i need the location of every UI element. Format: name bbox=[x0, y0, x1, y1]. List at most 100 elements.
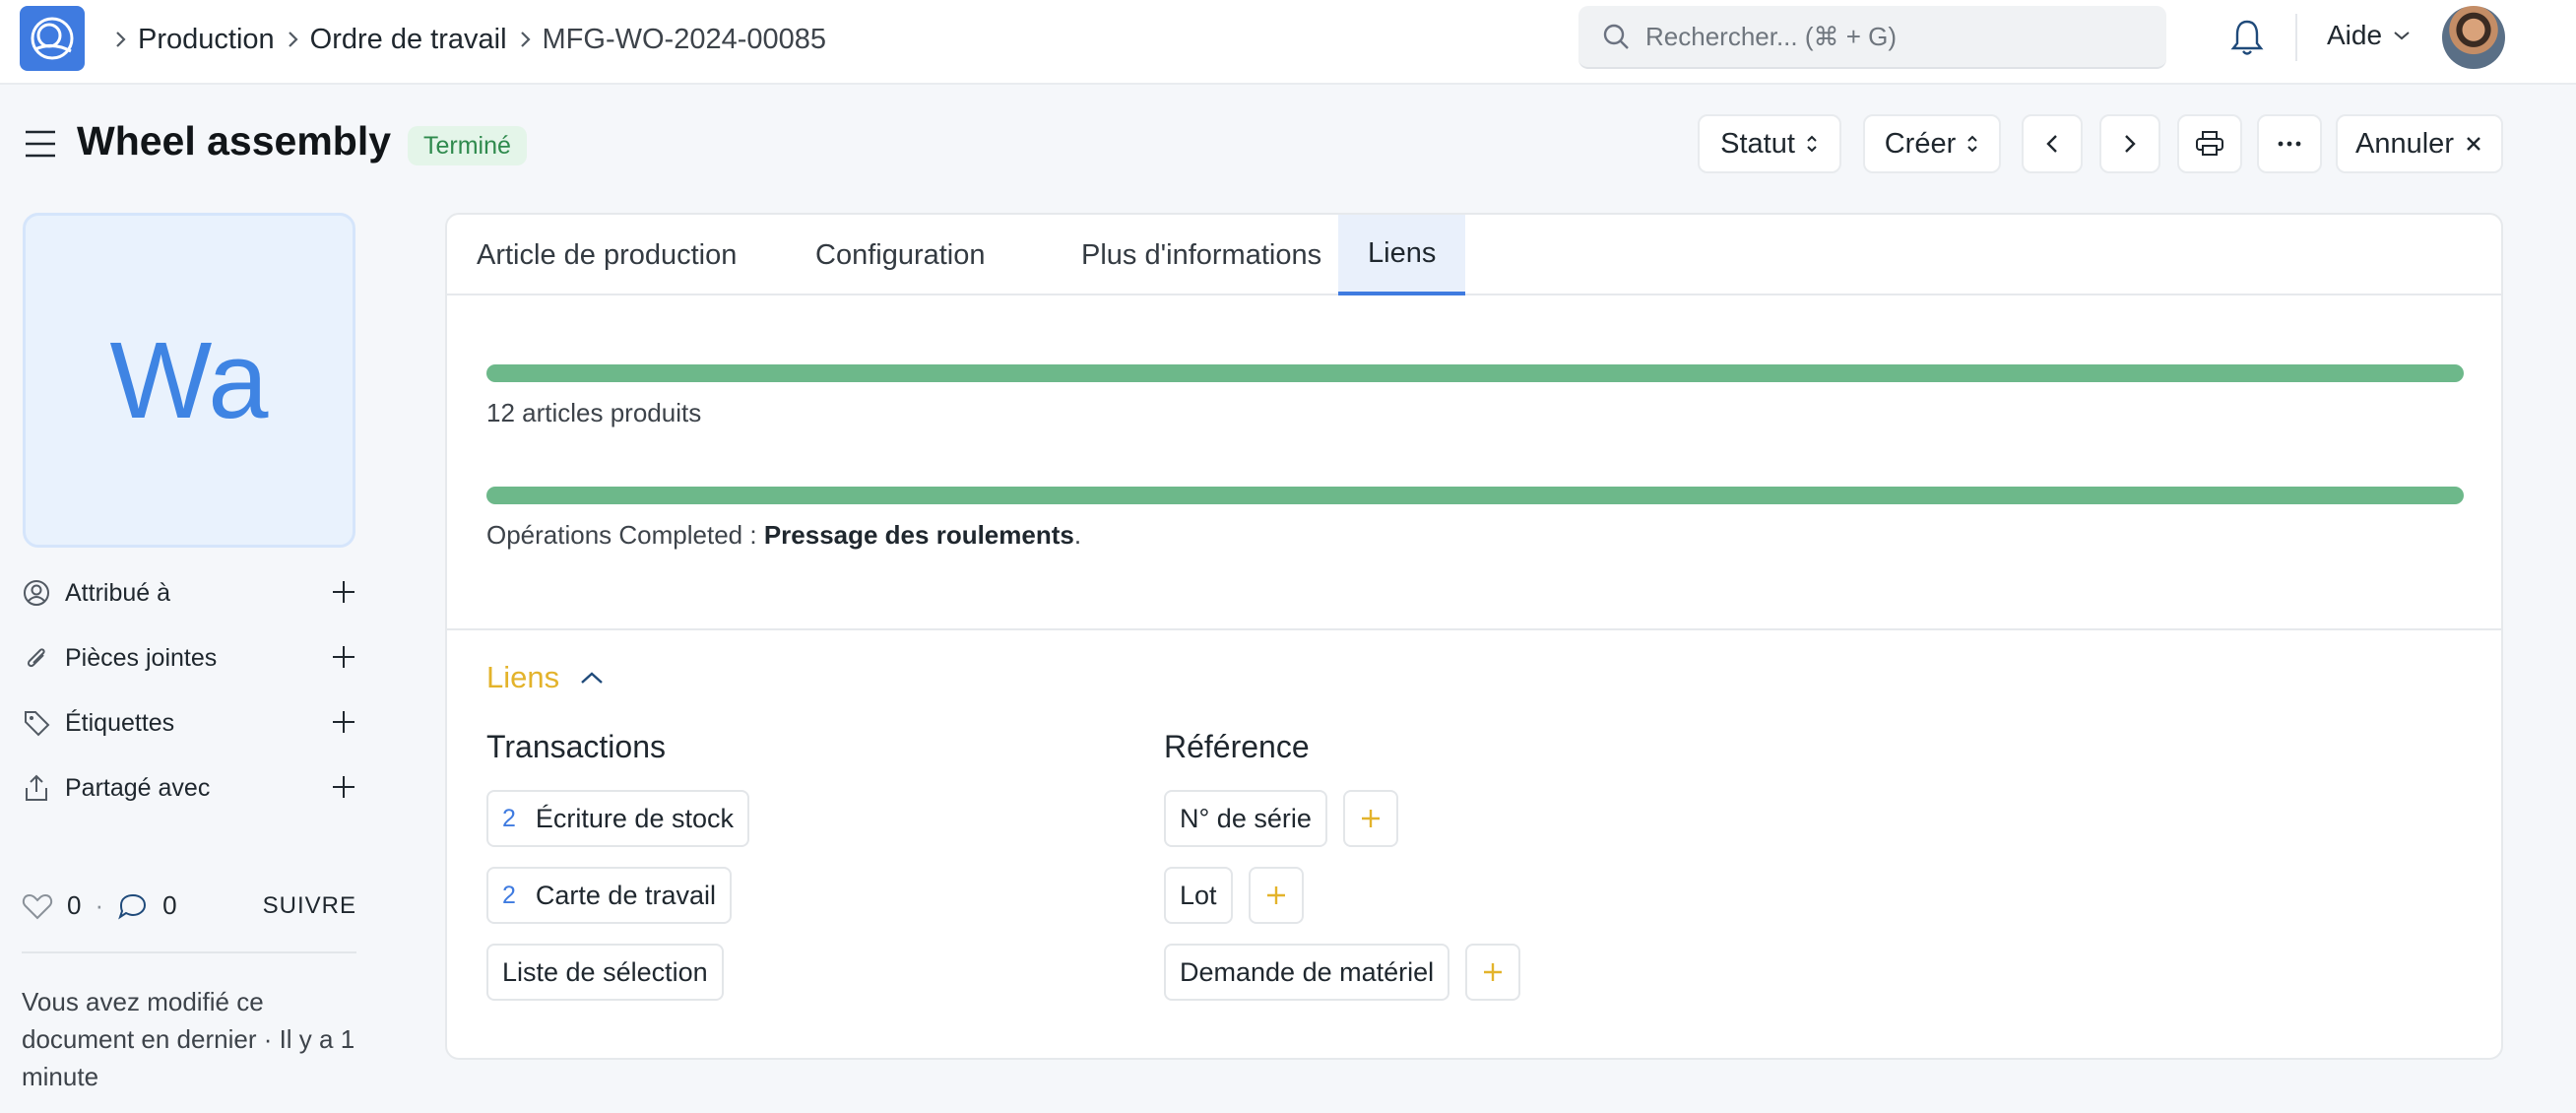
sort-arrows-icon bbox=[1807, 135, 1817, 153]
reference-heading: Référence bbox=[1164, 729, 1310, 764]
create-button[interactable]: Créer bbox=[1863, 114, 2001, 173]
user-avatar[interactable] bbox=[2442, 6, 2505, 69]
breadcrumb-current[interactable]: MFG-WO-2024-00085 bbox=[543, 24, 827, 56]
tag-icon bbox=[25, 711, 50, 737]
link-count: 2 bbox=[502, 881, 516, 909]
search-bar[interactable] bbox=[1578, 6, 2166, 69]
divider bbox=[2295, 14, 2297, 61]
links-section-title: Liens bbox=[486, 660, 560, 694]
create-button-label: Créer bbox=[1884, 127, 1957, 160]
breadcrumb: Production Ordre de travail MFG-WO-2024-… bbox=[108, 20, 826, 59]
link-stock-entry[interactable]: 2 Écriture de stock bbox=[486, 790, 749, 847]
help-label: Aide bbox=[2327, 20, 2383, 50]
add-batch-button[interactable] bbox=[1249, 867, 1304, 924]
link-label: Demande de matériel bbox=[1180, 956, 1435, 987]
link-label: Carte de travail bbox=[535, 880, 716, 910]
link-label: Lot bbox=[1180, 880, 1217, 910]
share-icon bbox=[26, 774, 47, 801]
operations-progress-bar bbox=[486, 487, 2464, 504]
status-button[interactable]: Statut bbox=[1698, 114, 1841, 173]
search-icon bbox=[1603, 24, 1629, 49]
last-modified-note: Vous avez modifié ce document en dernier… bbox=[22, 987, 355, 1091]
tab-production-item[interactable]: Article de production bbox=[447, 215, 766, 295]
help-dropdown[interactable]: Aide bbox=[2327, 20, 2412, 51]
sidebar-toggle-icon[interactable] bbox=[24, 128, 57, 164]
link-material-request[interactable]: Demande de matériel bbox=[1164, 944, 1450, 1001]
sidebar-item-assigned[interactable]: Attribué à bbox=[22, 573, 356, 613]
link-job-card[interactable]: 2 Carte de travail bbox=[486, 867, 732, 924]
add-icon[interactable] bbox=[331, 709, 356, 742]
add-material-request-button[interactable] bbox=[1465, 944, 1520, 1001]
form-tabs: Article de production Configuration Plus… bbox=[447, 215, 2501, 295]
next-doc-button[interactable] bbox=[2099, 114, 2160, 173]
close-icon bbox=[2467, 137, 2480, 151]
tab-links[interactable]: Liens bbox=[1338, 215, 1466, 295]
link-label: Écriture de stock bbox=[535, 803, 734, 833]
document-image-placeholder[interactable]: Wa bbox=[23, 213, 355, 548]
add-serial-no-button[interactable] bbox=[1343, 790, 1398, 847]
engagement-stats: 0 · 0 SUIVRE bbox=[22, 890, 356, 921]
tab-more-info[interactable]: Plus d'informations bbox=[1052, 215, 1351, 295]
chevron-right-icon bbox=[519, 30, 533, 49]
user-icon bbox=[24, 580, 49, 606]
links-section-header[interactable]: Liens bbox=[486, 660, 605, 695]
chevron-up-icon bbox=[581, 672, 603, 684]
produced-progress-label: 12 articles produits bbox=[486, 398, 702, 427]
sidebar-item-shared[interactable]: Partagé avec bbox=[22, 768, 356, 808]
chevron-right-icon bbox=[2125, 135, 2136, 153]
divider bbox=[447, 628, 2501, 630]
like-count: 0 bbox=[67, 890, 82, 920]
link-pick-list[interactable]: Liste de sélection bbox=[486, 944, 724, 1001]
comment-count: 0 bbox=[162, 890, 177, 920]
operations-label-prefix: Opérations Completed : bbox=[486, 520, 764, 550]
add-icon[interactable] bbox=[331, 644, 356, 677]
breadcrumb-work-order[interactable]: Ordre de travail bbox=[310, 24, 507, 56]
plus-icon bbox=[1267, 886, 1285, 904]
top-navbar: Production Ordre de travail MFG-WO-2024-… bbox=[0, 0, 2576, 85]
heart-icon[interactable] bbox=[22, 892, 53, 920]
page-title: Wheel assembly bbox=[77, 118, 392, 164]
follow-button[interactable]: SUIVRE bbox=[263, 892, 356, 920]
printer-icon bbox=[2196, 131, 2223, 156]
link-serial-no[interactable]: N° de série bbox=[1164, 790, 1327, 847]
sidebar-item-label: Étiquettes bbox=[65, 708, 175, 737]
form-card: Article de production Configuration Plus… bbox=[445, 213, 2503, 1060]
paperclip-icon bbox=[27, 648, 45, 668]
add-icon[interactable] bbox=[331, 579, 356, 612]
logo-icon bbox=[31, 17, 74, 60]
operations-progress-label: Opérations Completed : Pressage des roul… bbox=[486, 520, 1081, 551]
previous-doc-button[interactable] bbox=[2022, 114, 2083, 173]
link-label: Liste de sélection bbox=[502, 956, 708, 987]
status-badge: Terminé bbox=[408, 126, 527, 165]
sidebar-item-label: Partagé avec bbox=[65, 773, 211, 802]
link-label: N° de série bbox=[1180, 803, 1312, 833]
notifications-bell-icon[interactable] bbox=[2229, 18, 2265, 62]
sidebar-item-attachments[interactable]: Pièces jointes bbox=[22, 638, 356, 678]
chevron-left-icon bbox=[2046, 135, 2057, 153]
more-actions-button[interactable] bbox=[2257, 114, 2322, 173]
divider bbox=[22, 951, 356, 953]
chevron-right-icon bbox=[287, 30, 300, 49]
app-logo[interactable] bbox=[20, 6, 85, 71]
link-count: 2 bbox=[502, 804, 516, 832]
chevron-right-icon bbox=[114, 30, 128, 49]
print-button[interactable] bbox=[2177, 114, 2242, 173]
cancel-doc-button[interactable]: Annuler bbox=[2336, 114, 2503, 173]
comment-icon[interactable] bbox=[117, 892, 149, 920]
chevron-down-icon bbox=[2394, 32, 2410, 40]
sort-arrows-icon bbox=[1967, 135, 1977, 153]
sidebar-item-label: Attribué à bbox=[65, 578, 171, 607]
search-input[interactable] bbox=[1645, 21, 2138, 52]
plus-icon bbox=[1362, 810, 1380, 827]
sidebar-item-label: Pièces jointes bbox=[65, 643, 218, 672]
breadcrumb-production[interactable]: Production bbox=[138, 24, 275, 56]
cancel-button-label: Annuler bbox=[2355, 127, 2454, 160]
page-header: Wheel assembly Terminé Statut Créer Annu… bbox=[0, 98, 2576, 189]
plus-icon bbox=[1484, 963, 1502, 981]
add-icon[interactable] bbox=[331, 774, 356, 807]
sidebar-item-tags[interactable]: Étiquettes bbox=[22, 703, 356, 743]
link-batch[interactable]: Lot bbox=[1164, 867, 1233, 924]
status-button-label: Statut bbox=[1720, 127, 1795, 160]
tab-configuration[interactable]: Configuration bbox=[786, 215, 1015, 295]
operations-label-bold: Pressage des roulements bbox=[763, 520, 1074, 550]
